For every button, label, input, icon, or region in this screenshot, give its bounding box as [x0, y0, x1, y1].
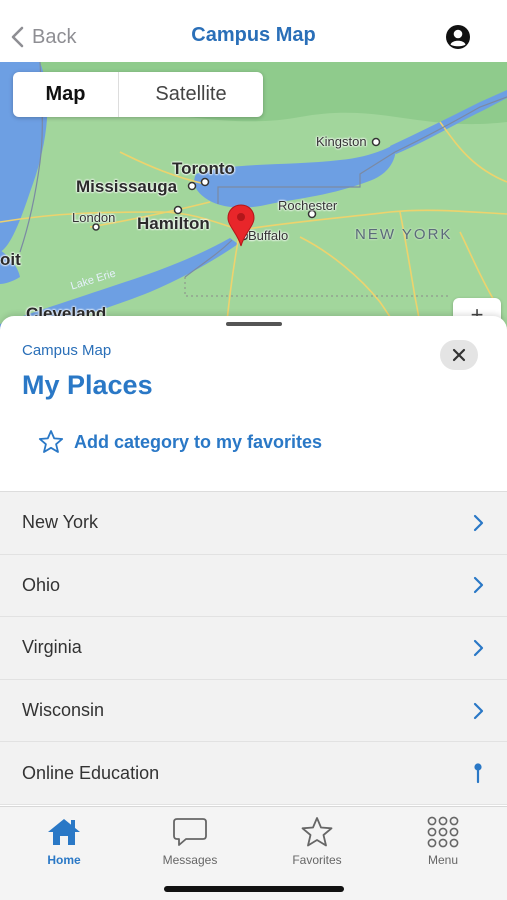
places-sheet: Campus Map My Places Add category to my …: [0, 316, 507, 806]
list-item-label: New York: [22, 512, 99, 533]
tab-favorites[interactable]: Favorites: [267, 815, 367, 867]
chevron-right-icon: [473, 514, 484, 531]
list-item-label: Ohio: [22, 574, 61, 595]
add-to-favorites-label: Add category to my favorites: [74, 431, 323, 452]
sheet-grabber[interactable]: [226, 322, 282, 326]
page-title: Campus Map: [191, 24, 316, 46]
add-to-favorites-button[interactable]: Add category to my favorites: [38, 426, 322, 458]
tab-bar: Home Messages Favorites Menu: [0, 806, 507, 900]
chevron-right-icon: [473, 577, 484, 594]
map-mode-satellite[interactable]: Satellite: [119, 72, 263, 117]
list-item-online-education[interactable]: Online Education: [0, 742, 507, 805]
list-item-label: Virginia: [22, 637, 82, 658]
chevron-right-icon: [473, 639, 484, 657]
home-icon: [48, 819, 80, 845]
list-item-new-york[interactable]: New York: [0, 492, 507, 555]
places-list: New York Ohio Virginia Wisconsin Online …: [0, 491, 507, 805]
map-label-kingston: Kingston: [316, 134, 367, 149]
location-pin-icon: [474, 763, 482, 784]
map-label-mississauga: Mississauga: [76, 177, 178, 196]
list-item-label: Wisconsin: [22, 700, 105, 721]
tab-menu[interactable]: Menu: [393, 815, 493, 867]
home-indicator[interactable]: [164, 886, 344, 892]
close-icon: [452, 348, 466, 362]
chevron-right-icon: [473, 702, 484, 719]
profile-icon[interactable]: [445, 24, 471, 50]
map-mode-map[interactable]: Map: [13, 72, 119, 117]
list-item-ohio[interactable]: Ohio: [0, 554, 507, 618]
list-item-virginia[interactable]: Virginia: [0, 617, 507, 680]
navigation-bar: Back Campus Map: [0, 0, 507, 62]
list-item-wisconsin[interactable]: Wisconsin: [0, 679, 507, 743]
close-button[interactable]: [440, 340, 478, 370]
list-item-label: Online Education: [22, 762, 160, 783]
map-label-detroit: oit: [0, 250, 21, 269]
map-label-new-york: NEW YORK: [355, 226, 453, 243]
star-outline-icon: [38, 430, 64, 453]
tab-label: Messages: [162, 853, 218, 867]
grid-dots-icon: [427, 816, 459, 848]
map-label-hamilton: Hamilton: [137, 214, 210, 233]
star-icon: [301, 817, 333, 847]
tab-home[interactable]: Home: [14, 815, 114, 867]
map-pin-icon[interactable]: [226, 204, 256, 248]
map-label-london: London: [72, 210, 116, 225]
sheet-eyebrow: Campus Map: [22, 342, 112, 359]
map-label-rochester: Rochester: [278, 198, 338, 213]
sheet-heading: My Places: [22, 370, 153, 400]
tab-label: Menu: [427, 853, 459, 867]
tab-label: Home: [47, 853, 81, 867]
tab-messages[interactable]: Messages: [140, 815, 240, 867]
chat-bubble-icon: [173, 818, 207, 846]
tab-label: Favorites: [292, 853, 342, 867]
map-label-toronto: Toronto: [172, 159, 235, 178]
map-mode-toggle: Map Satellite: [13, 72, 263, 117]
map-view[interactable]: Toronto Mississauga Kingston London Hami…: [0, 62, 507, 332]
